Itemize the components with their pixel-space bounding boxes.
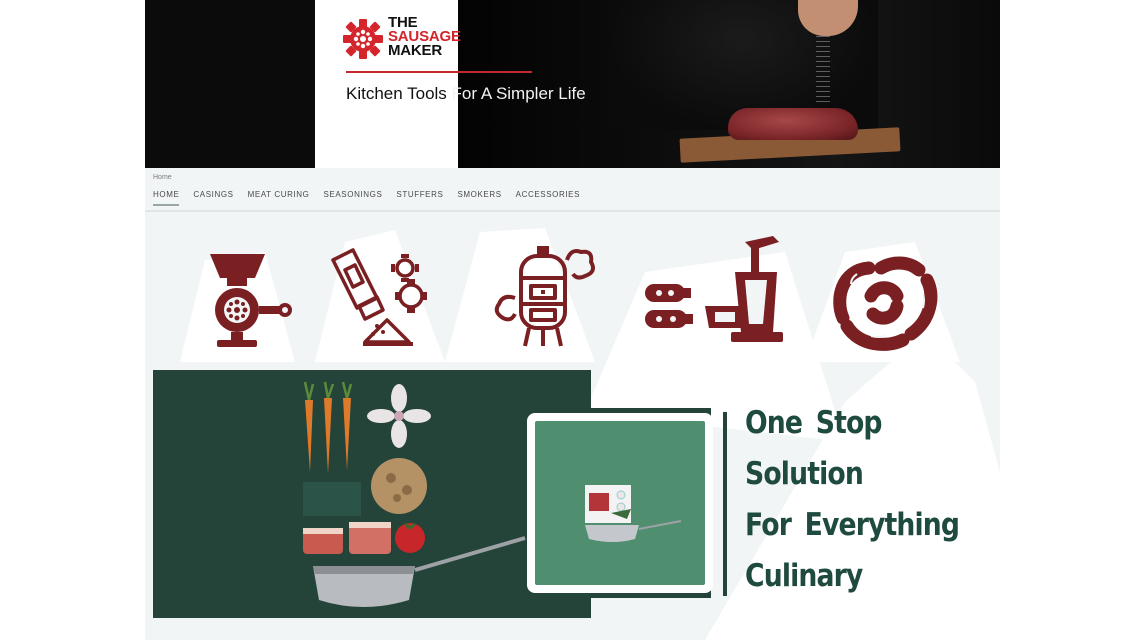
brand-tagline: Kitchen Tools For A Simpler Life: [346, 84, 586, 104]
carrots-image: [303, 381, 353, 474]
logo-line-3: MAKER: [388, 42, 442, 59]
nav-casings[interactable]: CASINGS: [193, 190, 233, 206]
tagline-part-2: For A Simpler Life: [451, 84, 586, 103]
nav-accessories[interactable]: ACCESSORIES: [516, 190, 580, 206]
salt-sprinkle: [816, 36, 830, 106]
hero-banner: THE SAUSAGE MAKER Kitchen Tools For A Si…: [145, 0, 1000, 168]
headline-line-3: For Everything: [745, 507, 960, 543]
nav-smokers[interactable]: SMOKERS: [457, 190, 501, 206]
headline-line-2: Solution: [745, 456, 864, 492]
smoker-icon[interactable]: [487, 240, 599, 352]
breadcrumb[interactable]: Home: [153, 174, 172, 181]
gear-logo-icon: [343, 19, 383, 59]
tablet-screen: [535, 421, 705, 585]
brand-logo[interactable]: THE SAUSAGE MAKER Kitchen Tools For A Si…: [342, 14, 672, 114]
nav-seasonings[interactable]: SEASONINGS: [324, 190, 383, 206]
sausage-links-icon[interactable]: [831, 256, 941, 352]
headline-divider: [723, 412, 727, 596]
page: THE SAUSAGE MAKER Kitchen Tools For A Si…: [145, 0, 1000, 640]
nav-stuffers[interactable]: STUFFERS: [396, 190, 443, 206]
steak-image: [728, 108, 858, 140]
tablet-image: [527, 413, 713, 593]
logo-underline: [346, 71, 532, 73]
tablet-food-illustration: [585, 485, 682, 542]
promo-banner-image[interactable]: [153, 370, 591, 618]
headline-line-1: One Stop: [745, 405, 882, 441]
garlic-image: [367, 384, 431, 448]
nav-meat-curing[interactable]: MEAT CURING: [248, 190, 310, 206]
tagline-part-1: Kitchen Tools: [346, 84, 452, 103]
sausage-stuffer-icon[interactable]: [645, 232, 795, 354]
seasoning-shaker-icon[interactable]: [325, 246, 435, 352]
headline-line-4: Culinary: [745, 558, 863, 594]
promo-headline: One Stop Solution For Everything Culinar…: [745, 398, 960, 602]
main-nav: HOME CASINGS MEAT CURING SEASONINGS STUF…: [153, 190, 580, 206]
culinary-ingredients-illustration: [303, 381, 526, 607]
meat-grinder-icon[interactable]: [205, 252, 295, 352]
nav-home[interactable]: HOME: [153, 190, 180, 206]
brand-wordmark: THE SAUSAGE MAKER: [388, 15, 461, 59]
